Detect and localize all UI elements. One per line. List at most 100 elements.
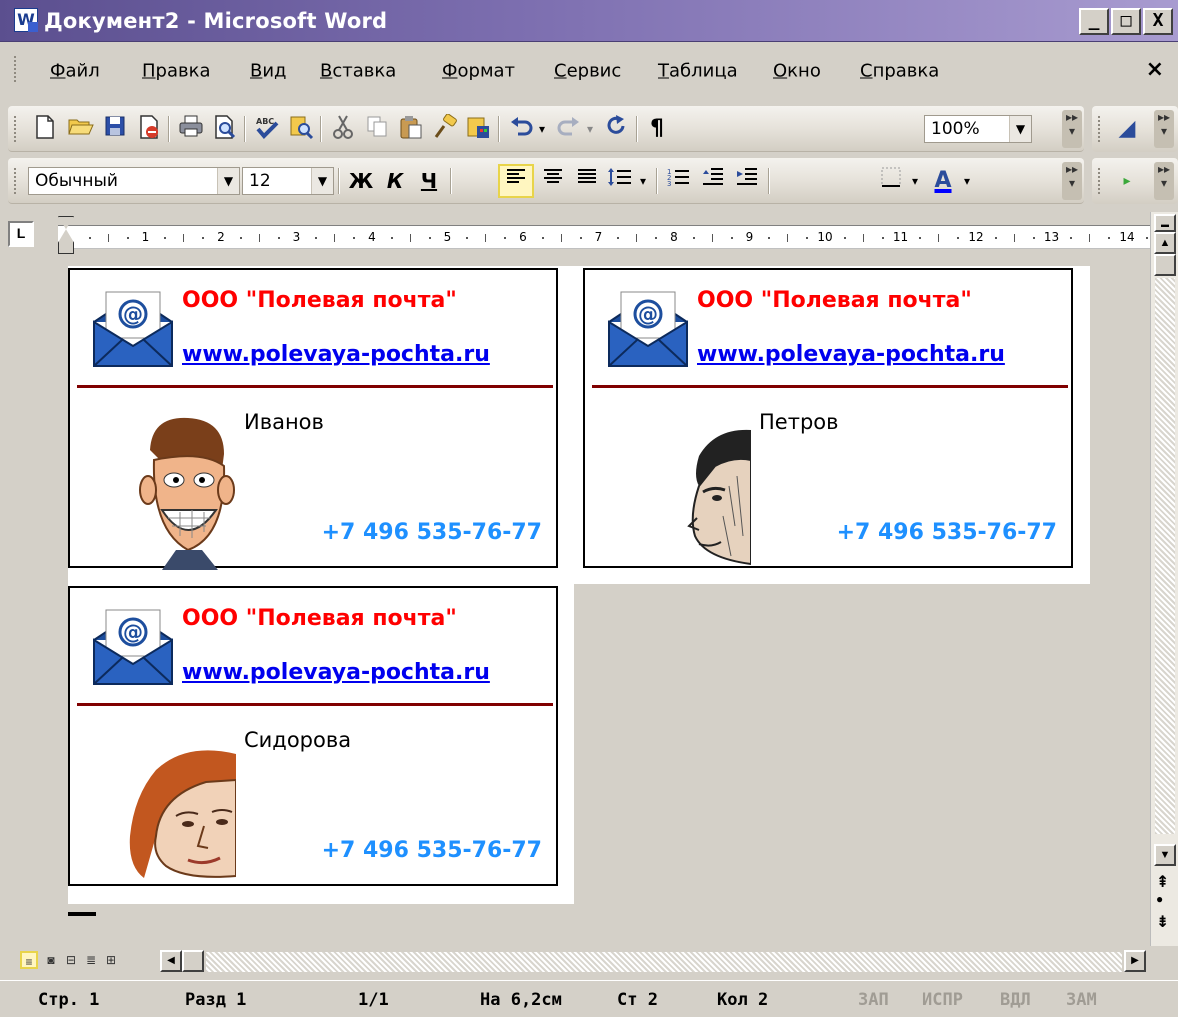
toolbar-options-icon[interactable]: ▸▸ ▾: [1062, 110, 1082, 148]
paste-icon[interactable]: [396, 114, 426, 144]
scroll-thumb[interactable]: [1154, 254, 1176, 276]
status-overtype[interactable]: ЗАМ: [1066, 990, 1097, 1010]
zoom-combo[interactable]: 100% ▼: [924, 115, 1032, 143]
toolbar-options-icon[interactable]: ▸▸ ▾: [1062, 162, 1082, 200]
style-combo[interactable]: Обычный ▼: [28, 167, 240, 195]
align-left-icon[interactable]: [498, 164, 534, 198]
toolbar-grip[interactable]: [1098, 168, 1102, 194]
menu-edit[interactable]: Правка: [142, 61, 211, 82]
scroll-up-button[interactable]: ▲: [1154, 232, 1176, 254]
toolbar-grip[interactable]: [14, 168, 18, 194]
word-app-icon[interactable]: W: [14, 8, 38, 32]
menu-help[interactable]: Справка: [860, 61, 939, 82]
format-painter-icon[interactable]: [430, 113, 460, 144]
menu-file[interactable]: Файл: [50, 61, 100, 82]
select-browse-object-icon[interactable]: ●: [1156, 892, 1163, 906]
split-box[interactable]: ▬: [1154, 214, 1176, 232]
status-record[interactable]: ЗАП: [858, 990, 889, 1010]
font-color-dropdown-icon[interactable]: ▾: [958, 166, 976, 196]
research-icon[interactable]: [286, 114, 316, 144]
save-icon[interactable]: [100, 114, 130, 144]
chevron-down-icon[interactable]: ▼: [1009, 116, 1031, 142]
toolbar-options-icon[interactable]: ▸▸ ▾: [1154, 110, 1174, 148]
website-link[interactable]: www.polevaya-pochta.ru: [697, 342, 1005, 367]
increase-indent-icon[interactable]: [732, 166, 762, 196]
menu-tools[interactable]: Сервис: [554, 61, 621, 82]
scroll-right-button[interactable]: ▶: [1124, 950, 1146, 972]
outline-view-icon[interactable]: ≣: [82, 951, 100, 969]
business-card[interactable]: @ ООО "Полевая почта" www.polevaya-pocht…: [68, 586, 558, 886]
menu-view[interactable]: Вид: [250, 61, 287, 82]
print-icon[interactable]: [176, 114, 206, 144]
maximize-button[interactable]: □: [1111, 8, 1141, 35]
menu-grip[interactable]: [14, 56, 18, 82]
website-link[interactable]: www.polevaya-pochta.ru: [182, 660, 490, 685]
business-card[interactable]: @ ООО "Полевая почта" www.polevaya-pocht…: [68, 268, 558, 570]
align-center-icon[interactable]: [538, 166, 568, 196]
menu-window[interactable]: Окно: [773, 61, 821, 82]
new-document-icon[interactable]: [30, 114, 60, 144]
print-preview-icon[interactable]: [210, 114, 240, 144]
borders-icon[interactable]: [876, 166, 906, 196]
decrease-indent-icon[interactable]: [698, 166, 728, 196]
scroll-left-button[interactable]: ◀: [160, 950, 182, 972]
permission-icon[interactable]: [134, 114, 164, 144]
line-spacing-dropdown-icon[interactable]: ▾: [634, 166, 652, 196]
scroll-down-button[interactable]: ▼: [1154, 844, 1176, 866]
font-size-combo[interactable]: 12 ▼: [242, 167, 334, 195]
ruler-dot: [1145, 237, 1148, 239]
bold-button[interactable]: Ж: [346, 166, 376, 196]
minimize-button[interactable]: _: [1079, 8, 1109, 35]
insert-hyperlink-icon[interactable]: [464, 114, 494, 144]
redo-dropdown-icon[interactable]: ▾: [580, 114, 600, 144]
numbered-list-icon[interactable]: 123: [664, 166, 694, 196]
toolbar-grip[interactable]: [14, 116, 18, 142]
undo-dropdown-icon[interactable]: ▾: [532, 114, 552, 144]
underline-button[interactable]: Ч: [414, 166, 444, 196]
next-page-icon[interactable]: ⇟: [1156, 912, 1169, 932]
scroll-track[interactable]: [1155, 278, 1175, 834]
horizontal-ruler[interactable]: 1 2 3 4 5 6 7 8 9 10 11 12 13 14: [58, 225, 1166, 249]
status-track-changes[interactable]: ИСПР: [922, 990, 963, 1010]
italic-button[interactable]: К: [380, 166, 410, 196]
menu-format[interactable]: Формат: [442, 61, 515, 82]
toolbar-grip[interactable]: [1098, 116, 1102, 142]
document-area[interactable]: @ ООО "Полевая почта" www.polevaya-pocht…: [0, 256, 1150, 946]
reading-layout-icon[interactable]: ⊞: [102, 951, 120, 969]
justify-icon[interactable]: [572, 166, 602, 196]
previous-page-icon[interactable]: ⇞: [1156, 872, 1169, 892]
website-link[interactable]: www.polevaya-pochta.ru: [182, 342, 490, 367]
refresh-icon[interactable]: [602, 114, 632, 144]
show-formatting-icon[interactable]: ¶: [642, 114, 672, 144]
tab-stop-selector[interactable]: L: [8, 221, 34, 247]
hscroll-thumb[interactable]: [182, 950, 204, 972]
ruler-dot: [957, 237, 960, 239]
title-bar[interactable]: W Документ2 - Microsoft Word _ □ X: [0, 0, 1178, 42]
document-close-icon[interactable]: ×: [1146, 57, 1164, 82]
font-color-icon[interactable]: A: [928, 166, 958, 196]
chevron-down-icon[interactable]: ▼: [311, 168, 333, 194]
cut-icon[interactable]: [328, 114, 358, 144]
vertical-scrollbar[interactable]: ▬ ▲ ▼ ⇞ ● ⇟: [1150, 212, 1178, 946]
spelling-icon[interactable]: ABC: [252, 114, 282, 144]
line-spacing-icon[interactable]: [606, 166, 636, 196]
web-layout-icon[interactable]: ◙: [42, 951, 60, 969]
borders-dropdown-icon[interactable]: ▾: [906, 166, 924, 196]
menu-table[interactable]: Таблица: [658, 61, 738, 82]
read-mode-icon[interactable]: ◢: [1112, 114, 1142, 144]
chevron-down-icon[interactable]: ▼: [217, 168, 239, 194]
open-folder-icon[interactable]: [66, 114, 96, 144]
print-layout-icon[interactable]: ⊟: [62, 951, 80, 969]
business-card[interactable]: @ ООО "Полевая почта" www.polevaya-pocht…: [583, 268, 1073, 568]
toolbar-separator: [320, 116, 322, 142]
status-extend[interactable]: ВДЛ: [1000, 990, 1031, 1010]
toolbar-options-icon[interactable]: ▸▸ ▾: [1154, 162, 1174, 200]
play-icon[interactable]: ▸: [1112, 166, 1142, 196]
menu-insert[interactable]: Вставка: [320, 61, 396, 82]
svg-text:ABC: ABC: [256, 117, 274, 126]
copy-icon[interactable]: [362, 114, 392, 144]
normal-view-icon[interactable]: ≡: [20, 951, 38, 969]
ruler-dot: [428, 237, 431, 239]
hscroll-track[interactable]: [206, 952, 1122, 972]
close-button[interactable]: X: [1143, 8, 1173, 35]
